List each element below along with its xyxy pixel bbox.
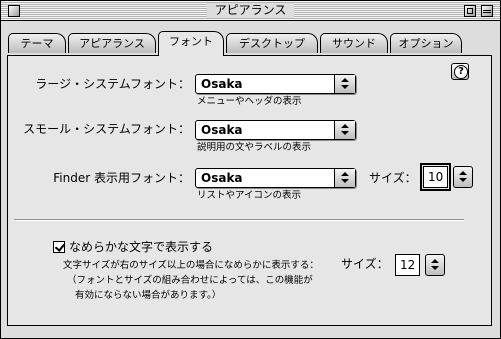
window-title: アピアランス: [206, 3, 295, 18]
tab-sound[interactable]: サウンド: [320, 33, 388, 53]
large-font-note: メニューやヘッダの表示: [197, 96, 302, 107]
small-font-note: 説明用の文やラベルの表示: [197, 142, 312, 153]
separator: [14, 219, 464, 221]
help-button[interactable]: ?: [451, 63, 469, 80]
tab-theme[interactable]: テーマ: [8, 33, 66, 53]
finder-size-field[interactable]: 10: [420, 163, 451, 191]
smooth-size-stepper[interactable]: [425, 254, 445, 276]
smooth-size-field[interactable]: 12: [395, 254, 420, 276]
stepper-down-icon[interactable]: [459, 178, 467, 182]
large-font-value: Osaka: [201, 77, 243, 91]
smooth-desc-line3: 有効にならない場合があります。）: [75, 290, 222, 301]
finder-font-value: Osaka: [201, 171, 243, 185]
small-font-label: スモール・システムフォント：: [23, 122, 190, 136]
smooth-text-checkbox[interactable]: [53, 241, 65, 253]
finder-size-stepper[interactable]: [453, 166, 473, 188]
smooth-desc-line1: 文字サイズが右のサイズ以上の場合になめらかに表示する：: [63, 260, 319, 271]
close-box-icon[interactable]: [8, 5, 20, 17]
small-font-value: Osaka: [201, 123, 243, 137]
popup-arrows-icon: [334, 121, 355, 139]
smooth-text-label[interactable]: なめらかな文字で表示する: [69, 239, 213, 255]
smooth-size-label: サイズ：: [341, 257, 389, 271]
finder-size-label: サイズ：: [369, 171, 417, 185]
small-font-popup[interactable]: Osaka: [195, 120, 356, 140]
zoom-box-icon[interactable]: [464, 5, 476, 17]
tab-desktop[interactable]: デスクトップ: [226, 33, 318, 53]
popup-arrows-icon: [334, 169, 355, 187]
tab-appearance[interactable]: アピアランス: [68, 33, 156, 53]
large-font-popup[interactable]: Osaka: [195, 74, 356, 94]
help-icon: ?: [454, 65, 468, 79]
smooth-desc-line2: （フォントとサイズの組み合わせによっては、この機能が: [67, 275, 313, 286]
stepper-up-icon[interactable]: [459, 171, 467, 175]
title-bar[interactable]: アピアランス: [1, 1, 500, 21]
finder-font-label: Finder 表示用フォント：: [53, 171, 190, 185]
stepper-up-icon[interactable]: [431, 259, 439, 263]
stepper-down-icon[interactable]: [431, 266, 439, 270]
tab-fonts[interactable]: フォント: [158, 31, 224, 56]
tab-options[interactable]: オプション: [390, 33, 462, 53]
collapse-box-icon[interactable]: [481, 5, 493, 17]
large-font-label: ラージ・システムフォント：: [35, 77, 190, 91]
popup-arrows-icon: [334, 75, 355, 93]
finder-font-note: リストやアイコンの表示: [197, 190, 302, 201]
finder-font-popup[interactable]: Osaka: [195, 168, 356, 188]
